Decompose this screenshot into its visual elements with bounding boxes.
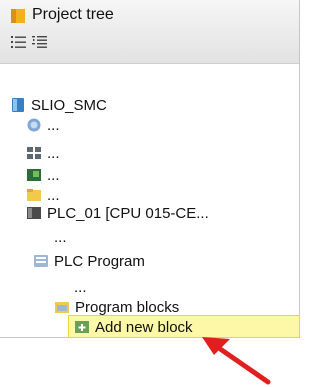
tree-item-add-new-block[interactable]: Add new block xyxy=(74,316,193,338)
tree-item-label: Program blocks xyxy=(75,298,180,316)
plc-device-icon xyxy=(12,98,24,112)
panel-header: Project tree xyxy=(0,0,299,64)
tree-item-label: PLC Program xyxy=(54,252,145,270)
folder-open-icon xyxy=(55,302,69,313)
tree-item-label: ... xyxy=(47,166,60,184)
tree-item-label: SLIO_SMC xyxy=(31,96,107,114)
panel-title: Project tree xyxy=(32,6,114,23)
tree-item-slio-smc[interactable]: SLIO_SMC xyxy=(10,94,107,116)
network-icon xyxy=(27,147,41,159)
sort-list-icon[interactable] xyxy=(32,35,48,49)
project-tree-panel: Project tree SLIO_SMC ... ... ... ... PL… xyxy=(0,0,300,338)
tree-item-label: ... xyxy=(47,186,60,204)
add-block-icon xyxy=(75,321,89,333)
tree-item-label: ... xyxy=(47,144,60,162)
tree-item-plc-program[interactable]: PLC Program xyxy=(33,250,145,272)
project-tree-icon xyxy=(11,9,25,23)
tree-item-collapsed-2[interactable]: ... xyxy=(74,276,87,298)
plc-program-icon xyxy=(34,255,48,267)
tree-item-hardware[interactable]: ... xyxy=(26,164,60,186)
tree-item-program-blocks[interactable]: Program blocks xyxy=(54,296,179,318)
folder-icon xyxy=(27,189,41,201)
tree-item-label: ... xyxy=(74,278,87,296)
tree-item-network[interactable]: ... xyxy=(26,142,60,164)
tree-item-online[interactable]: ... xyxy=(26,114,60,136)
list-view-icon[interactable] xyxy=(11,35,27,49)
tree-item-label: ... xyxy=(54,228,67,246)
tree-item-label: Add new block xyxy=(95,318,193,336)
hardware-module-icon xyxy=(27,169,41,181)
online-globe-icon xyxy=(27,118,41,132)
tree-item-plc01[interactable]: PLC_01 [CPU 015-CE... xyxy=(26,202,209,224)
tree-item-collapsed[interactable]: ... xyxy=(54,226,67,248)
cpu-icon xyxy=(27,207,41,219)
tree-item-label: PLC_01 [CPU 015-CE... xyxy=(47,204,209,222)
tree-item-label: ... xyxy=(47,116,60,134)
